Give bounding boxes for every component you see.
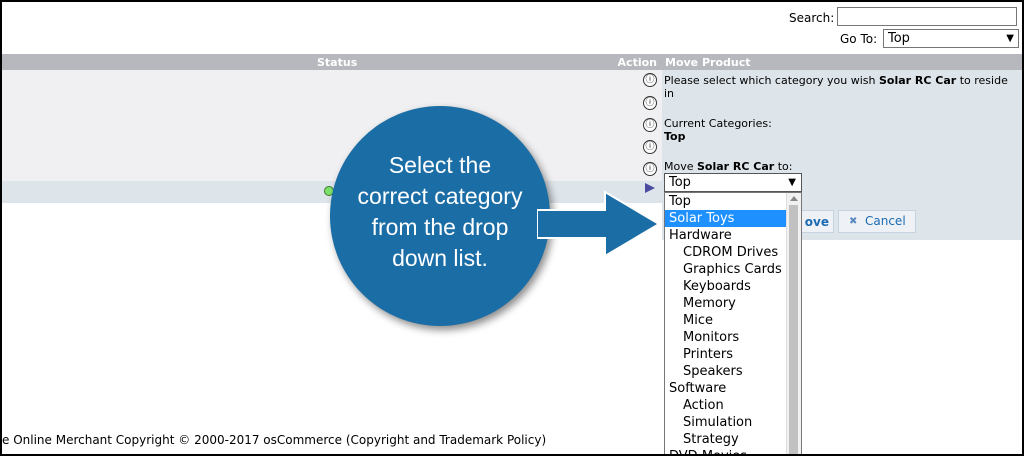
goto-select-value: Top	[888, 31, 910, 46]
category-select-value: Top	[669, 175, 691, 190]
callout-text: Select the correct category from the dro…	[357, 152, 523, 271]
search-label: Search:	[789, 11, 835, 25]
cancel-button[interactable]: ✖ Cancel	[838, 210, 916, 233]
info-icon[interactable]: ⓘ	[643, 73, 657, 87]
category-option[interactable]: Mice	[665, 312, 787, 329]
product-name: Solar RC Car	[878, 74, 957, 87]
search-input[interactable]	[837, 7, 1017, 26]
category-option[interactable]: Speakers	[665, 363, 787, 380]
category-option[interactable]: Memory	[665, 295, 787, 312]
status-column-header: Status	[317, 56, 358, 69]
category-option[interactable]: Top	[665, 193, 787, 210]
category-option[interactable]: Graphics Cards	[665, 261, 787, 278]
move-product-header: Move Product	[662, 54, 1022, 70]
scrollbar-thumb[interactable]	[789, 205, 798, 454]
category-option[interactable]: Software	[665, 380, 787, 397]
category-option[interactable]: CDROM Drives	[665, 244, 787, 261]
category-option[interactable]: Simulation	[665, 414, 787, 431]
move-prompt: Please select which category you wish So…	[664, 74, 1008, 100]
category-option[interactable]: Strategy	[665, 431, 787, 448]
category-dropdown-list[interactable]: Top Solar Toys Hardware CDROM Drives Graphic…	[664, 192, 802, 454]
category-option[interactable]: Solar Toys	[665, 210, 787, 227]
category-select[interactable]: Top ▼	[664, 173, 802, 192]
info-icon[interactable]: ⓘ	[643, 140, 657, 154]
scroll-up-icon[interactable]	[790, 196, 798, 201]
category-option[interactable]: Action	[665, 397, 787, 414]
category-option[interactable]: Printers	[665, 346, 787, 363]
move-product-title: Move Product	[665, 56, 751, 69]
dropdown-scrollbar[interactable]	[786, 193, 801, 454]
current-category-value: Top	[664, 130, 686, 143]
action-column-header: Action	[617, 56, 657, 69]
category-option[interactable]: DVD Movies	[665, 448, 787, 454]
move-to-label: Move Solar RC Car to:	[664, 160, 793, 173]
goto-select[interactable]: Top ▼	[883, 29, 1019, 48]
footer-copyright: e Online Merchant Copyright © 2000-2017 …	[2, 433, 547, 447]
cancel-button-label: Cancel	[865, 214, 906, 228]
category-option[interactable]: Monitors	[665, 329, 787, 346]
chevron-down-icon: ▼	[1006, 33, 1014, 44]
info-icon[interactable]: ⓘ	[643, 162, 657, 176]
info-icon[interactable]: ⓘ	[643, 118, 657, 132]
current-categories-label: Current Categories:	[664, 117, 772, 130]
goto-label: Go To:	[840, 32, 878, 46]
close-icon: ✖	[849, 216, 858, 227]
info-icon[interactable]: ⓘ	[643, 96, 657, 110]
current-categories: Current Categories: Top	[664, 117, 772, 143]
products-table-header: Status Action	[2, 54, 662, 70]
screenshot-frame: Search: Go To: Top ▼ Status Action ⓘ ⓘ ⓘ…	[0, 0, 1024, 456]
category-option[interactable]: Keyboards	[665, 278, 787, 295]
callout-arrow-icon	[537, 190, 661, 258]
category-options: Top Solar Toys Hardware CDROM Drives Graphic…	[665, 193, 787, 454]
category-option[interactable]: Hardware	[665, 227, 787, 244]
chevron-down-icon: ▼	[788, 177, 796, 188]
